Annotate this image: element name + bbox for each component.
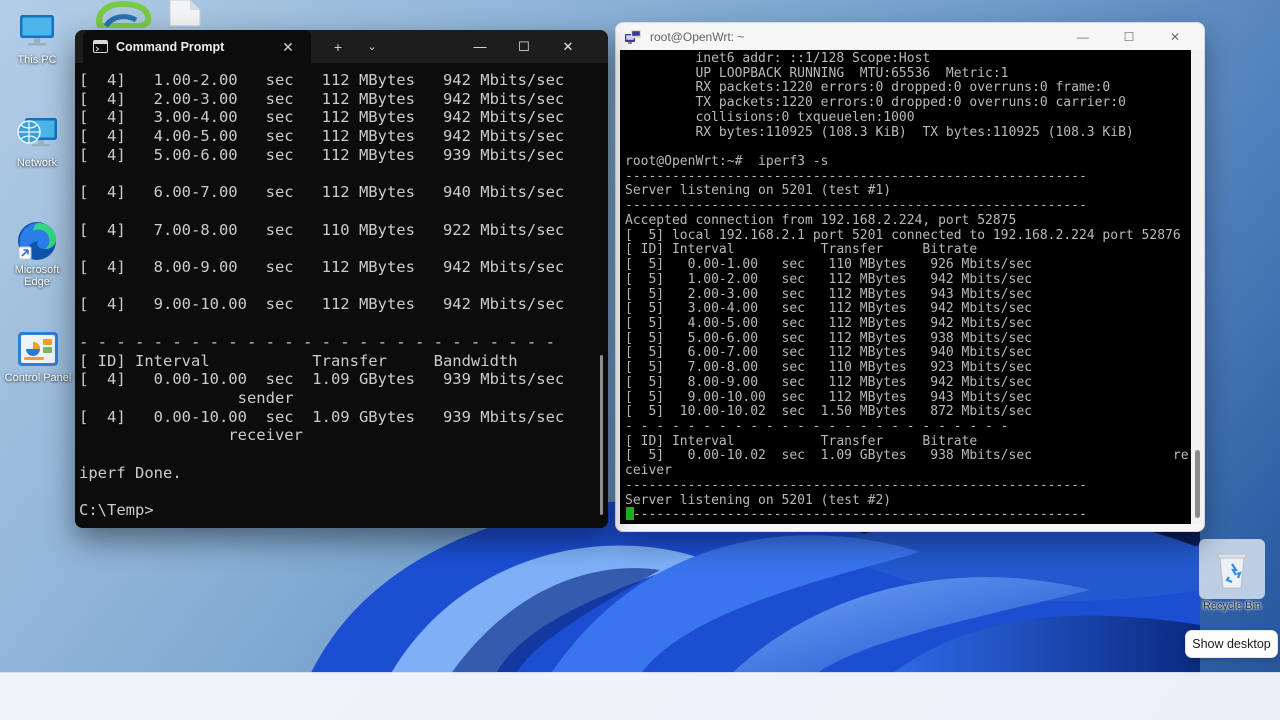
edge-icon (5, 220, 69, 262)
putty-minimize-button[interactable]: — (1060, 23, 1106, 50)
cmd-output: [ 4] 1.00-2.00 sec 112 MBytes 942 Mbits/… (75, 63, 608, 520)
cmd-maximize-button[interactable]: ☐ (502, 30, 546, 63)
desktop-icon-network[interactable]: Network (5, 113, 69, 169)
cmd-titlebar[interactable]: Command Prompt ✕ + ⌄ — ☐ ✕ (75, 30, 608, 63)
cmd-terminal-content[interactable]: [ 4] 1.00-2.00 sec 112 MBytes 942 Mbits/… (75, 63, 608, 528)
desktop: This PC Network Microsoft Edge Control P… (0, 0, 1280, 720)
desktop-icon-edge[interactable]: Microsoft Edge (5, 220, 69, 288)
cmd-tab-icon (93, 40, 108, 53)
partial-green-app-icon[interactable] (92, 0, 154, 28)
putty-close-button[interactable]: ✕ (1152, 23, 1198, 50)
control-panel-icon (1, 328, 75, 370)
taskbar: Search (0, 672, 1280, 720)
recycle-bin-highlight (1199, 539, 1265, 599)
partial-document-icon[interactable] (168, 0, 202, 26)
desktop-icon-label: This PC (5, 54, 69, 66)
new-tab-button[interactable]: + (325, 34, 351, 60)
recycle-bin-icon (1214, 548, 1250, 590)
this-pc-icon (5, 10, 69, 52)
desktop-icon-recycle-bin[interactable]: Recycle Bin (1196, 539, 1268, 612)
cmd-close-button[interactable]: ✕ (546, 30, 590, 63)
desktop-icon-control-panel[interactable]: Control Panel (1, 328, 75, 384)
cmd-window: Command Prompt ✕ + ⌄ — ☐ ✕ [ 4] 1.00-2.0… (75, 30, 608, 528)
cmd-tab-title: Command Prompt (116, 40, 275, 54)
desktop-icon-label: Recycle Bin (1196, 600, 1268, 612)
desktop-icon-label: Microsoft Edge (5, 264, 69, 288)
desktop-icon-label: Network (5, 157, 69, 169)
show-desktop-tooltip: Show desktop (1185, 630, 1278, 658)
cmd-minimize-button[interactable]: — (458, 30, 502, 63)
putty-titlebar[interactable]: root@OpenWrt: ~ — ☐ ✕ (616, 23, 1204, 50)
putty-window: root@OpenWrt: ~ — ☐ ✕ inet6 addr: ::1/12… (615, 22, 1205, 532)
network-icon (5, 113, 69, 155)
putty-scrollbar[interactable] (1192, 50, 1204, 524)
terminal-cursor (626, 507, 634, 520)
cmd-scrollbar[interactable] (600, 355, 603, 515)
putty-maximize-button[interactable]: ☐ (1106, 23, 1152, 50)
putty-output: inet6 addr: ::1/128 Scope:Host UP LOOPBA… (620, 50, 1191, 523)
cmd-tab[interactable]: Command Prompt ✕ (83, 30, 311, 63)
tab-dropdown-icon[interactable]: ⌄ (359, 34, 385, 60)
desktop-icon-label: Control Panel (1, 372, 75, 384)
putty-icon (624, 29, 642, 45)
desktop-icon-this-pc[interactable]: This PC (5, 10, 69, 66)
putty-terminal-content[interactable]: inet6 addr: ::1/128 Scope:Host UP LOOPBA… (620, 50, 1191, 524)
putty-title: root@OpenWrt: ~ (650, 30, 744, 44)
tab-close-icon[interactable]: ✕ (275, 34, 301, 60)
putty-scrollbar-thumb[interactable] (1195, 450, 1200, 518)
